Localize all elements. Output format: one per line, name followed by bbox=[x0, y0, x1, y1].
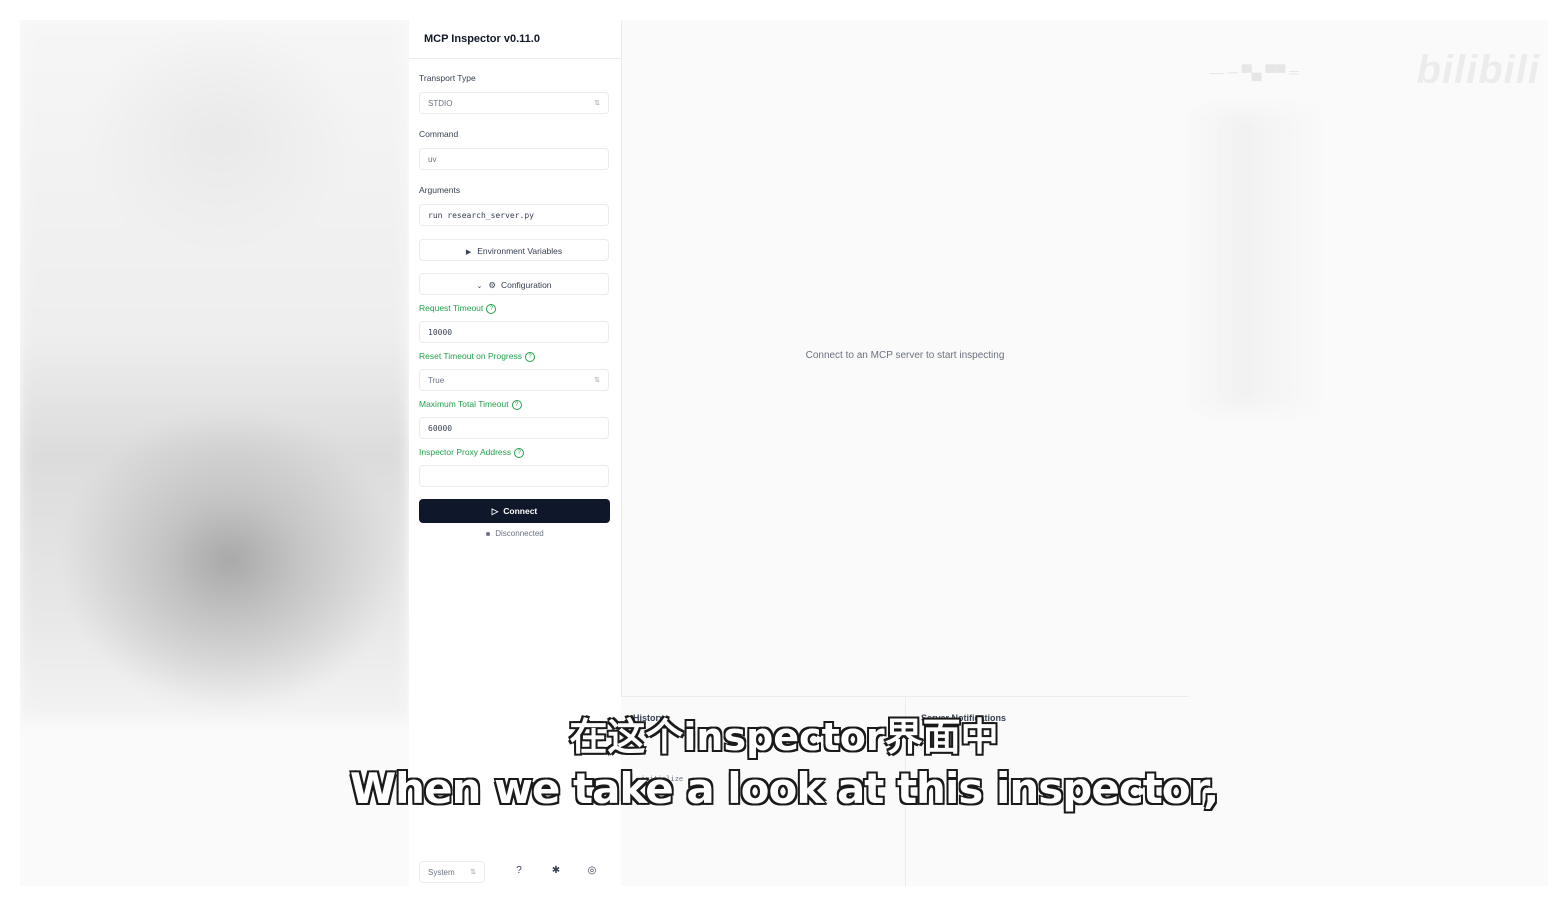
select-chevron-icon: ⇅ bbox=[594, 377, 600, 384]
environment-variables-toggle[interactable]: ▶ Environment Variables bbox=[419, 239, 609, 261]
play-icon: ▷ bbox=[491, 506, 499, 516]
app-title: MCP Inspector v0.11.0 bbox=[409, 20, 621, 59]
bug-icon[interactable]: ✱ bbox=[549, 864, 563, 878]
reset-timeout-label: Reset Timeout on Progress? bbox=[419, 351, 535, 362]
github-icon[interactable]: ◎ bbox=[585, 864, 599, 878]
question-icon[interactable]: ? bbox=[512, 864, 526, 878]
chevron-right-icon: ▶ bbox=[465, 249, 472, 256]
reset-timeout-label-text: Reset Timeout on Progress bbox=[419, 351, 522, 361]
proxy-address-label-text: Inspector Proxy Address bbox=[419, 447, 512, 457]
reset-timeout-value: True bbox=[428, 376, 445, 385]
request-timeout-label: Request Timeout? bbox=[419, 303, 497, 314]
select-chevron-icon: ⇅ bbox=[594, 100, 600, 107]
help-circle-icon[interactable]: ? bbox=[511, 399, 522, 410]
connect-button[interactable]: ▷ Connect bbox=[419, 499, 610, 523]
bilibili-logo: bilibili bbox=[1416, 48, 1540, 92]
help-circle-icon[interactable]: ? bbox=[514, 447, 525, 458]
max-timeout-input[interactable]: 60000 bbox=[419, 417, 609, 439]
watermark-text: — ─ ▀▄ ▀▀ ═ bbox=[1210, 64, 1300, 80]
env-vars-label: Environment Variables bbox=[477, 246, 563, 256]
chevron-down-icon: ⌄ bbox=[476, 283, 483, 290]
proxy-address-label: Inspector Proxy Address? bbox=[419, 447, 525, 458]
max-timeout-label-text: Maximum Total Timeout bbox=[419, 399, 509, 409]
blurred-region-right bbox=[1185, 110, 1325, 410]
theme-select[interactable]: System ⇅ bbox=[419, 861, 485, 883]
gear-icon: ⚙ bbox=[488, 280, 496, 290]
help-circle-icon[interactable]: ? bbox=[486, 303, 497, 314]
transport-type-select[interactable]: STDIO ⇅ bbox=[419, 92, 609, 114]
help-circle-icon[interactable]: ? bbox=[525, 351, 535, 362]
status-text: Disconnected bbox=[495, 529, 544, 538]
request-timeout-input[interactable]: 10000 bbox=[419, 321, 609, 343]
transport-type-label: Transport Type bbox=[419, 73, 476, 83]
request-timeout-label-text: Request Timeout bbox=[419, 303, 484, 313]
connection-status: Disconnected bbox=[409, 529, 621, 538]
blurred-webcam-region bbox=[20, 20, 408, 720]
transport-type-value: STDIO bbox=[428, 99, 453, 108]
sidebar-footer: System ⇅ ? ✱ ◎ bbox=[419, 860, 609, 884]
subtitle-english: When we take a look at this inspector, bbox=[349, 763, 1220, 814]
configuration-toggle[interactable]: ⌄ ⚙ Configuration bbox=[419, 273, 609, 295]
connect-label: Connect bbox=[503, 506, 538, 516]
arguments-input[interactable]: run research_server.py bbox=[419, 204, 609, 226]
status-dot bbox=[486, 531, 491, 536]
max-timeout-label: Maximum Total Timeout? bbox=[419, 399, 522, 410]
select-chevron-icon: ⇅ bbox=[470, 869, 476, 876]
theme-value: System bbox=[428, 868, 455, 877]
empty-state-message: Connect to an MCP server to start inspec… bbox=[805, 350, 1005, 361]
configuration-label: Configuration bbox=[500, 280, 552, 290]
reset-timeout-select[interactable]: True ⇅ bbox=[419, 369, 609, 391]
command-label: Command bbox=[419, 129, 459, 139]
command-input[interactable]: uv bbox=[419, 148, 609, 170]
proxy-address-input[interactable] bbox=[419, 465, 609, 487]
subtitle-chinese: 在这个inspector界面中 bbox=[568, 714, 999, 760]
arguments-label: Arguments bbox=[419, 185, 461, 195]
